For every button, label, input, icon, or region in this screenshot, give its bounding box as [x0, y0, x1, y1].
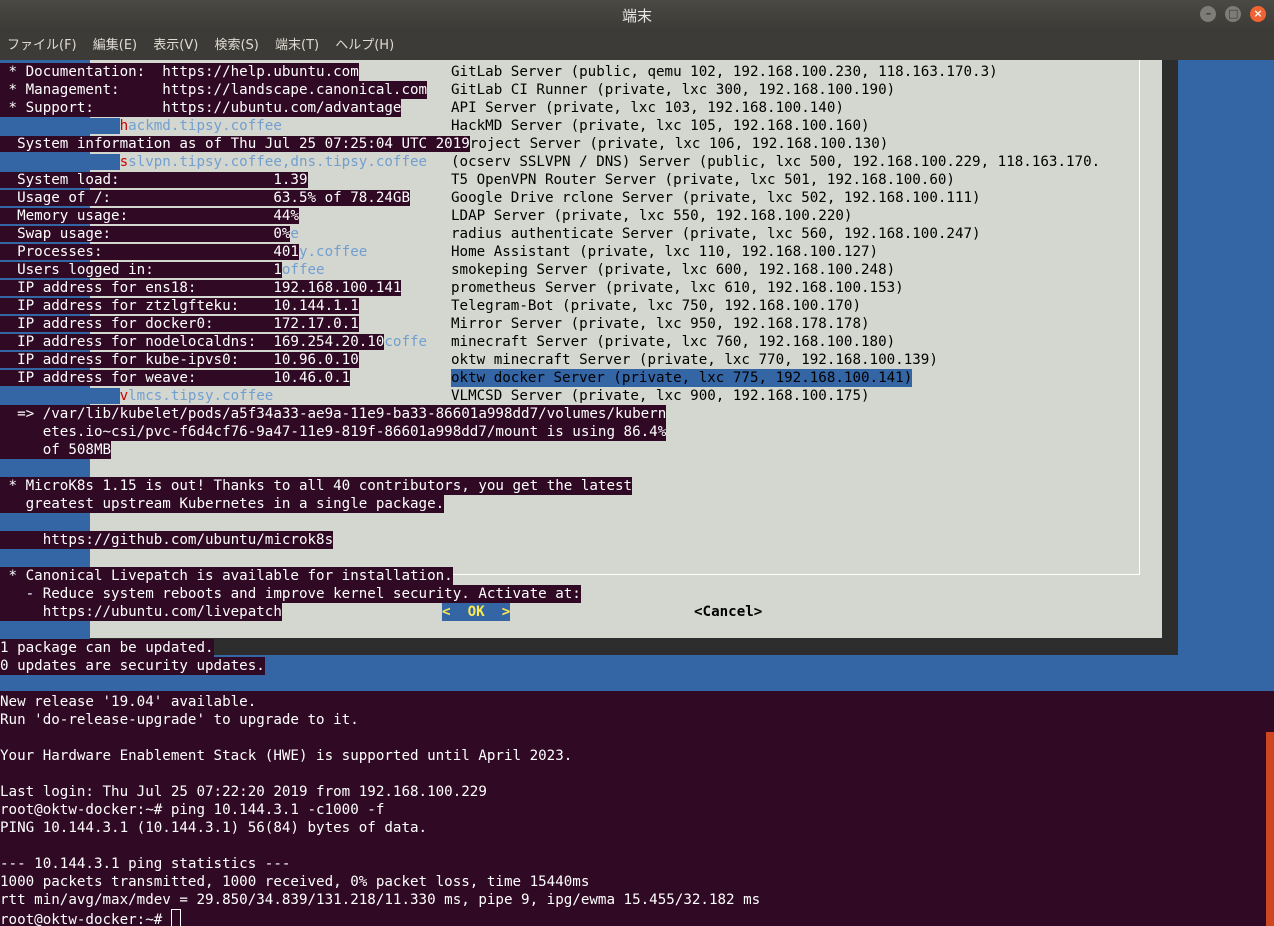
motd-line: etes.io~csi/pvc-f6d4cf76-9a47-11e9-819f-… [0, 423, 667, 441]
shell-prompt[interactable]: root@oktw-docker:~# [0, 909, 181, 926]
shell-line: New release '19.04' available. [0, 693, 257, 711]
motd-line: Processes: 401y.coffee [0, 244, 368, 260]
menu-item-hackmd[interactable]: HackMD Server (private, lxc 105, 192.168… [451, 117, 870, 135]
menu-item-sslvpn[interactable]: (ocserv SSLVPN / DNS) Server (public, lx… [451, 153, 1100, 171]
menu-item-vlmcsd[interactable]: VLMCSD Server (private, lxc 900, 192.168… [451, 387, 870, 405]
menu-file[interactable]: ファイル(F) [2, 32, 82, 60]
menu-item-minecraft[interactable]: minecraft Server (private, lxc 760, 192.… [451, 333, 895, 351]
motd-line: => /var/lib/kubelet/pods/a5f34a33-ae9a-1… [0, 405, 667, 423]
motd-line: IP address for ztzlgfteku: 10.144.1.1 [0, 298, 359, 314]
menu-item-openvpn[interactable]: T5 OpenVPN Router Server (private, lxc 5… [451, 171, 955, 189]
motd-line: https://github.com/ubuntu/microk8s [0, 531, 334, 549]
motd-line: greatest upstream Kubernetes in a single… [0, 495, 445, 513]
hackmd-fragment: hackmd.tipsy.coffee [0, 117, 282, 135]
menu-item-prometheus[interactable]: prometheus Server (private, lxc 610, 192… [451, 279, 904, 297]
menu-terminal[interactable]: 端末(T) [270, 32, 324, 60]
terminal-screen[interactable]: GitLab Server (public, qemu 102, 192.168… [0, 60, 1274, 926]
motd-line: https://ubuntu.com/livepatch [0, 603, 282, 621]
blank-strip [0, 549, 90, 567]
menu-item-telegram[interactable]: Telegram-Bot (private, lxc 750, 192.168.… [451, 297, 861, 315]
sysinfo-line: System information as of Thu Jul 25 07:2… [0, 136, 889, 152]
shell-line: Last login: Thu Jul 25 07:22:20 2019 fro… [0, 783, 487, 801]
motd-line: System load: 1.39 [0, 172, 308, 188]
motd-line: IP address for docker0: 172.17.0.1 [0, 316, 359, 332]
dialog-shadow [90, 638, 1178, 655]
shell-line: PING 10.144.3.1 (10.144.3.1) 56(84) byte… [0, 819, 428, 837]
shell-line: --- 10.144.3.1 ping statistics --- [0, 855, 291, 873]
blank-strip [0, 513, 90, 531]
motd-line: * Canonical Livepatch is available for i… [0, 567, 453, 585]
motd-line: Usage of /: 63.5% of 78.24GB [0, 190, 410, 206]
sslvpn-fragment: sslvpn.tipsy.coffee,dns.tipsy.coffee [0, 153, 428, 171]
shell-line: Your Hardware Enablement Stack (HWE) is … [0, 747, 573, 765]
menu-item-rclone[interactable]: Google Drive rclone Server (private, lxc… [451, 189, 981, 207]
motd-line: * Support: https://ubuntu.com/advantage [0, 99, 402, 117]
terminal-scrollbar[interactable] [1266, 732, 1274, 926]
text-cursor [170, 909, 181, 926]
motd-line: Swap usage: 0%e [0, 226, 299, 242]
motd-line: IP address for kube-ipvs0: 10.96.0.10 [0, 352, 359, 368]
window-title: 端末 [621, 7, 652, 25]
menu-view[interactable]: 表示(V) [148, 32, 203, 60]
shell-line: root@oktw-docker:~# ping 10.144.3.1 -c10… [0, 801, 385, 819]
menu-item-mirror[interactable]: Mirror Server (private, lxc 950, 192.168… [451, 315, 870, 333]
motd-line: IP address for weave: 10.46.0.1 [0, 370, 351, 386]
motd-line: * Management: https://landscape.canonica… [0, 81, 428, 99]
motd-line: Memory usage: 44% [0, 208, 299, 224]
menu-item-oktw-minecraft[interactable]: oktw minecraft Server (private, lxc 770,… [451, 351, 938, 369]
menu-search[interactable]: 検索(S) [209, 32, 263, 60]
motd-line: Users logged in: 1offee [0, 262, 325, 278]
motd-line: - Reduce system reboots and improve kern… [0, 585, 581, 603]
motd-line: * MicroK8s 1.15 is out! Thanks to all 40… [0, 477, 633, 495]
dialog-shadow [1162, 60, 1178, 655]
minimize-icon[interactable]: – [1200, 6, 1217, 22]
menu-item-gitlab[interactable]: GitLab Server (public, qemu 102, 192.168… [451, 63, 998, 81]
menu-item-oktw-docker-selected[interactable]: oktw docker Server (private, lxc 775, 19… [451, 369, 913, 387]
menu-bar: ファイル(F) 編集(E) 表示(V) 検索(S) 端末(T) ヘルプ(H) [0, 32, 1274, 60]
motd-line: of 508MB [0, 441, 112, 459]
window-titlebar[interactable]: 端末 – □ × [0, 0, 1274, 32]
menu-item-gitlab-ci[interactable]: GitLab CI Runner (private, lxc 300, 192.… [451, 81, 895, 99]
motd-line: IP address for ens18: 192.168.100.141 [0, 280, 402, 296]
blank-strip [0, 459, 90, 477]
shell-line: Run 'do-release-upgrade' to upgrade to i… [0, 711, 359, 729]
menu-edit[interactable]: 編集(E) [88, 32, 142, 60]
cancel-button[interactable]: <Cancel> [694, 603, 762, 621]
menu-item-radius[interactable]: radius authenticate Server (private, lxc… [451, 225, 981, 243]
shell-line: rtt min/avg/max/mdev = 29.850/34.839/131… [0, 891, 761, 909]
motd-line: IP address for nodelocaldns: 169.254.20.… [0, 334, 428, 350]
shell-line: 0 updates are security updates. [0, 657, 265, 675]
window-controls: – □ × [1196, 6, 1266, 26]
menu-item-homeassistant[interactable]: Home Assistant (private, lxc 110, 192.16… [451, 243, 878, 261]
menu-item-ldap[interactable]: LDAP Server (private, lxc 550, 192.168.1… [451, 207, 852, 225]
close-icon[interactable]: × [1250, 6, 1266, 22]
ok-button[interactable]: < OK > [442, 603, 511, 621]
vlmcs-fragment: vlmcs.tipsy.coffee [0, 387, 274, 405]
motd-line: * Documentation: https://help.ubuntu.com [0, 63, 359, 81]
shell-line: 1 package can be updated. [0, 639, 214, 657]
menu-help[interactable]: ヘルプ(H) [330, 32, 399, 60]
menu-item-api[interactable]: API Server (private, lxc 103, 192.168.10… [451, 99, 844, 117]
maximize-icon[interactable]: □ [1225, 6, 1242, 22]
menu-item-smokeping[interactable]: smokeping Server (private, lxc 600, 192.… [451, 261, 895, 279]
shell-line: 1000 packets transmitted, 1000 received,… [0, 873, 590, 891]
